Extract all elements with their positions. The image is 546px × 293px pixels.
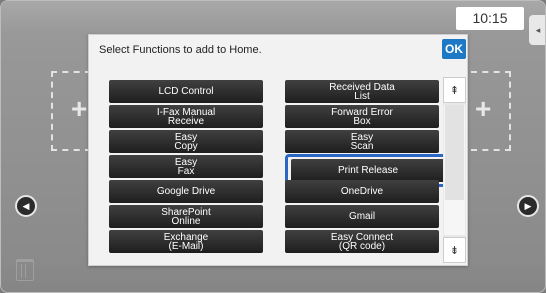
function-button[interactable]: Easy Scan <box>285 130 439 153</box>
function-list: LCD Control Received Data List I-Fax Manua… <box>109 77 451 265</box>
previous-page-button[interactable]: ◀ <box>15 195 37 217</box>
clock-display: 10:15 <box>456 7 524 30</box>
function-button[interactable]: Gmail <box>285 205 439 228</box>
function-button[interactable]: SharePoint Online <box>109 205 263 228</box>
function-button[interactable]: LCD Control <box>109 80 263 103</box>
function-button[interactable]: Forward Error Box <box>285 105 439 128</box>
side-panel-tab[interactable]: ◂ <box>529 15 545 45</box>
scroll-down-button[interactable]: ⇟ <box>443 237 466 263</box>
double-chevron-up-icon: ⇞ <box>449 85 460 97</box>
select-functions-dialog: Select Functions to add to Home. OK LCD … <box>88 34 468 266</box>
scrollbar[interactable]: ⇞ ⇟ <box>443 77 466 263</box>
function-button[interactable]: Exchange (E-Mail) <box>109 230 263 253</box>
chevron-left-icon: ◀ <box>22 201 30 211</box>
device-screen: 10:15 ◂ + + ◀ ▶ Select Functions to add … <box>0 0 546 293</box>
chevron-right-icon: ▶ <box>524 201 532 211</box>
function-button[interactable]: OneDrive <box>285 180 439 203</box>
scroll-track[interactable] <box>444 105 465 235</box>
function-button[interactable]: Easy Fax <box>109 155 263 178</box>
add-icon-right: + <box>475 93 492 124</box>
function-button[interactable]: Easy Copy <box>109 130 263 153</box>
add-icon-left: + <box>71 93 88 124</box>
double-chevron-down-icon: ⇟ <box>449 245 460 257</box>
ok-button[interactable]: OK <box>442 39 466 59</box>
scroll-thumb[interactable] <box>445 105 464 200</box>
function-button[interactable]: Google Drive <box>109 180 263 203</box>
function-button[interactable]: Easy Connect (QR code) <box>285 230 439 253</box>
scroll-up-button[interactable]: ⇞ <box>443 77 466 103</box>
dialog-title: Select Functions to add to Home. <box>99 44 262 56</box>
function-button[interactable]: Received Data List <box>285 80 439 103</box>
function-button[interactable]: I-Fax Manual Receive <box>109 105 263 128</box>
next-page-button[interactable]: ▶ <box>517 195 539 217</box>
trash-icon[interactable] <box>16 259 34 281</box>
